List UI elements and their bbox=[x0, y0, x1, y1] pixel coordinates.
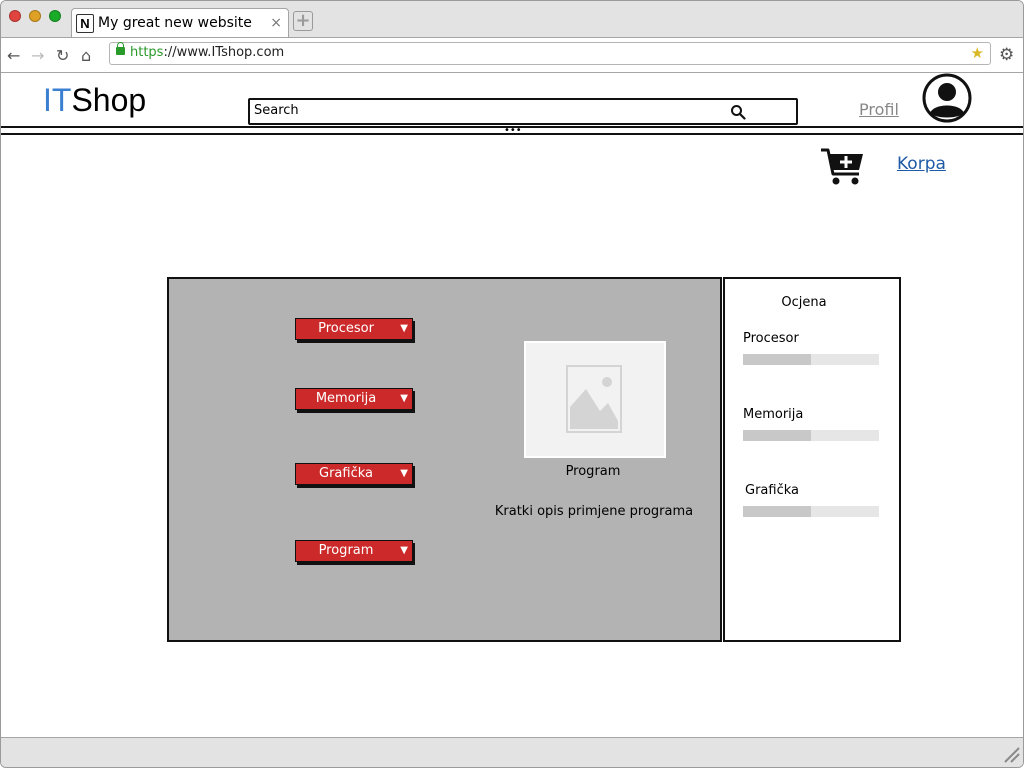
back-arrow-icon[interactable]: ← bbox=[7, 46, 20, 65]
program-title: Program bbox=[565, 464, 621, 479]
image-placeholder-icon bbox=[566, 365, 622, 433]
search-box[interactable] bbox=[248, 98, 798, 125]
new-tab-button[interactable]: + bbox=[293, 11, 313, 31]
chevron-down-icon: ▼ bbox=[400, 393, 408, 404]
maximize-window-button[interactable] bbox=[49, 10, 61, 22]
header-divider-bottom bbox=[1, 133, 1023, 135]
rating-fill bbox=[743, 354, 811, 365]
rating-fill bbox=[743, 506, 811, 517]
chevron-down-icon: ▼ bbox=[400, 468, 408, 479]
rating-bar-procesor bbox=[743, 354, 879, 365]
url-protocol: https bbox=[130, 45, 164, 60]
rating-title: Ocjena bbox=[781, 295, 827, 310]
dropdown-label: Grafička bbox=[319, 466, 373, 481]
configurator-panel: Procesor ▼ Memorija ▼ Grafička ▼ Program… bbox=[167, 277, 722, 642]
dropdown-label: Program bbox=[318, 543, 374, 558]
rating-label: Memorija bbox=[743, 407, 804, 422]
avatar-icon[interactable] bbox=[922, 73, 972, 123]
program-description: Kratki opis primjene programa bbox=[494, 504, 694, 519]
program-dropdown[interactable]: Program ▼ bbox=[295, 540, 413, 562]
rating-panel: Ocjena Procesor Memorija Grafička bbox=[723, 277, 901, 642]
memorija-dropdown[interactable]: Memorija ▼ bbox=[295, 388, 413, 410]
procesor-dropdown[interactable]: Procesor ▼ bbox=[295, 318, 413, 340]
tab-title: My great new website bbox=[98, 15, 252, 31]
rating-bar-memorija bbox=[743, 430, 879, 441]
rating-label: Grafička bbox=[745, 483, 799, 498]
browser-statusbar bbox=[1, 737, 1023, 767]
favicon-icon: N bbox=[76, 14, 94, 33]
profile-link[interactable]: Profil bbox=[859, 100, 899, 119]
logo-it: IT bbox=[43, 82, 72, 118]
dropdown-label: Memorija bbox=[315, 391, 377, 406]
program-image bbox=[524, 341, 666, 458]
logo-shop: Shop bbox=[71, 82, 147, 118]
minimize-window-button[interactable] bbox=[29, 10, 41, 22]
home-icon[interactable]: ⌂ bbox=[81, 46, 91, 65]
search-input[interactable] bbox=[254, 102, 694, 119]
cart-link[interactable]: Korpa bbox=[897, 154, 946, 174]
rating-fill bbox=[743, 430, 811, 441]
url-text: https://www.ITshop.com bbox=[130, 45, 284, 60]
dropdown-label: Procesor bbox=[318, 321, 374, 336]
gear-icon[interactable]: ⚙ bbox=[999, 45, 1014, 65]
chevron-down-icon: ▼ bbox=[400, 545, 408, 556]
bookmark-star-icon[interactable]: ★ bbox=[971, 44, 984, 62]
tab-close-icon[interactable]: × bbox=[270, 15, 282, 31]
url-domain: ://www.ITshop.com bbox=[163, 45, 285, 60]
resize-grip-icon[interactable] bbox=[1001, 744, 1021, 764]
forward-arrow-icon[interactable]: → bbox=[31, 46, 44, 65]
reload-icon[interactable]: ↻ bbox=[56, 46, 69, 65]
graficka-dropdown[interactable]: Grafička ▼ bbox=[295, 463, 413, 485]
chevron-down-icon: ▼ bbox=[400, 323, 408, 334]
site-logo[interactable]: ITShop bbox=[43, 81, 146, 119]
add-to-cart-icon[interactable] bbox=[819, 146, 867, 188]
rating-bar-graficka bbox=[743, 506, 879, 517]
browser-titlebar: N My great new website × + bbox=[1, 1, 1023, 38]
close-window-button[interactable] bbox=[9, 10, 21, 22]
search-icon[interactable] bbox=[730, 104, 746, 120]
browser-window: N My great new website × + ← → ↻ ⌂ https… bbox=[0, 0, 1024, 768]
browser-navbar: ← → ↻ ⌂ https://www.ITshop.com ★ ⚙ bbox=[1, 37, 1023, 73]
rating-label: Procesor bbox=[743, 331, 799, 346]
lock-icon bbox=[116, 42, 125, 55]
address-bar[interactable]: https://www.ITshop.com ★ bbox=[109, 42, 991, 65]
browser-tab[interactable]: N My great new website × bbox=[71, 8, 289, 38]
